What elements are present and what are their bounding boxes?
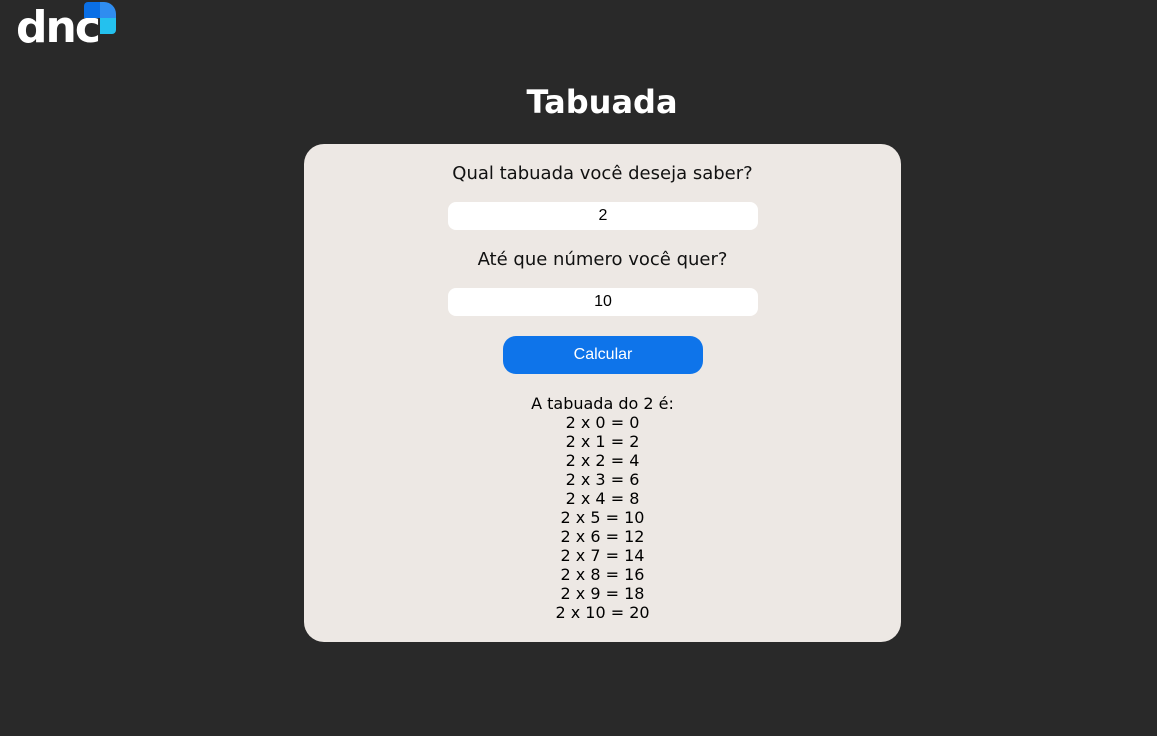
result-line: 2 x 4 = 8 — [565, 489, 640, 508]
page-title: Tabuada — [526, 83, 678, 121]
result-line: 2 x 10 = 20 — [555, 603, 650, 622]
logo-square-top — [84, 2, 100, 18]
dnc-logo: dnc — [16, 2, 118, 54]
tabuada-card: Qual tabuada você deseja saber? Até que … — [304, 144, 901, 642]
result-line: 2 x 0 = 0 — [565, 413, 640, 432]
result-line: 2 x 8 = 16 — [560, 565, 645, 584]
result-heading: A tabuada do 2 é: — [531, 394, 674, 413]
logo-square-bottom — [100, 18, 116, 34]
calculate-button[interactable]: Calcular — [503, 336, 703, 374]
result-line: 2 x 9 = 18 — [560, 584, 645, 603]
table-number-input[interactable] — [448, 202, 758, 230]
limit-question-label: Até que número você quer? — [477, 249, 728, 270]
logo-square-right — [100, 2, 116, 18]
result-line: 2 x 2 = 4 — [565, 451, 640, 470]
table-question-label: Qual tabuada você deseja saber? — [452, 163, 753, 184]
result-line: 2 x 3 = 6 — [565, 470, 640, 489]
limit-number-input[interactable] — [448, 288, 758, 316]
logo-squares-icon — [84, 2, 116, 34]
result-output: A tabuada do 2 é: 2 x 0 = 0 2 x 1 = 2 2 … — [304, 394, 901, 622]
result-line: 2 x 1 = 2 — [565, 432, 640, 451]
result-line: 2 x 5 = 10 — [560, 508, 645, 527]
result-line: 2 x 7 = 14 — [560, 546, 645, 565]
result-line: 2 x 6 = 12 — [560, 527, 645, 546]
